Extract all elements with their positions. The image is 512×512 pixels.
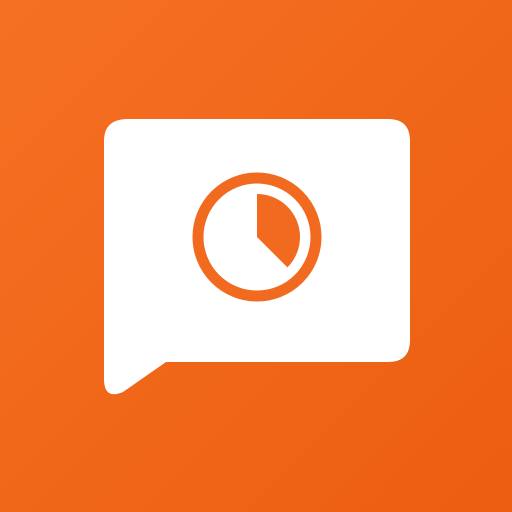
speech-bubble-icon	[104, 119, 410, 395]
app-icon-graphic	[0, 0, 512, 512]
app-icon	[0, 0, 512, 512]
